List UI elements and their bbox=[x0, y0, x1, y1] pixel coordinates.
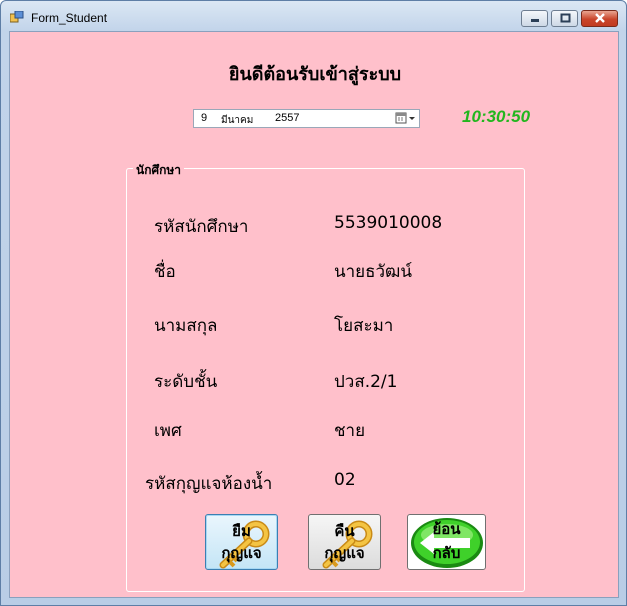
form-student-window: Form_Student ยินดีต้อนรับเข้าสู่ระบบ 9 ม… bbox=[0, 0, 627, 606]
student-groupbox-title: นักศึกษา bbox=[133, 161, 184, 180]
return-key-line1: คืน bbox=[334, 522, 355, 540]
date-picker[interactable]: 9 มีนาคม 2557 bbox=[193, 109, 420, 128]
title-bar[interactable]: Form_Student bbox=[1, 1, 626, 31]
date-day[interactable]: 9 bbox=[201, 112, 207, 124]
gender-value: ชาย bbox=[334, 421, 366, 441]
last-name-value: โยสะมา bbox=[334, 316, 394, 336]
first-name-value: นายธวัฒน์ bbox=[334, 262, 413, 282]
first-name-label: ชื่อ bbox=[154, 262, 176, 282]
restroom-key-id-label: รหัสกุญแจห้องน้ำ bbox=[145, 474, 273, 494]
app-icon bbox=[10, 11, 24, 23]
window-title: Form_Student bbox=[31, 11, 108, 25]
date-month[interactable]: มีนาคม bbox=[221, 113, 253, 128]
back-line1: ย้อน bbox=[432, 520, 461, 538]
back-button[interactable]: ย้อน กลับ bbox=[407, 514, 486, 570]
clock-time: 10:30:50 bbox=[462, 107, 531, 126]
calendar-dropdown-icon[interactable] bbox=[394, 111, 418, 126]
return-key-button[interactable]: คืน กุญแจ bbox=[308, 514, 381, 570]
maximize-icon bbox=[560, 13, 570, 23]
student-id-label: รหัสนักศึกษา bbox=[154, 217, 249, 237]
last-name-label: นามสกุล bbox=[154, 316, 218, 336]
form-client-area: ยินดีต้อนรับเข้าสู่ระบบ 9 มีนาคม 2557 10… bbox=[9, 31, 619, 598]
student-id-value: 5539010008 bbox=[334, 213, 443, 233]
back-line2: กลับ bbox=[432, 544, 461, 562]
date-year[interactable]: 2557 bbox=[275, 112, 299, 124]
minimize-icon bbox=[530, 19, 539, 22]
gender-label: เพศ bbox=[154, 421, 182, 441]
class-level-label: ระดับชั้น bbox=[154, 372, 218, 392]
return-key-line2: กุญแจ bbox=[324, 544, 365, 562]
class-level-value: ปวส.2/1 bbox=[334, 372, 398, 392]
welcome-heading: ยินดีต้อนรับเข้าสู่ระบบ bbox=[228, 64, 402, 85]
maximize-button[interactable] bbox=[551, 10, 578, 27]
minimize-button[interactable] bbox=[521, 10, 548, 27]
borrow-key-line1: ยืม bbox=[232, 522, 251, 540]
borrow-key-line2: กุญแจ bbox=[221, 544, 262, 562]
borrow-key-button[interactable]: ยืม กุญแจ bbox=[205, 514, 278, 570]
restroom-key-id-value: 02 bbox=[334, 470, 356, 490]
close-button[interactable] bbox=[581, 10, 618, 27]
close-icon bbox=[594, 13, 605, 23]
